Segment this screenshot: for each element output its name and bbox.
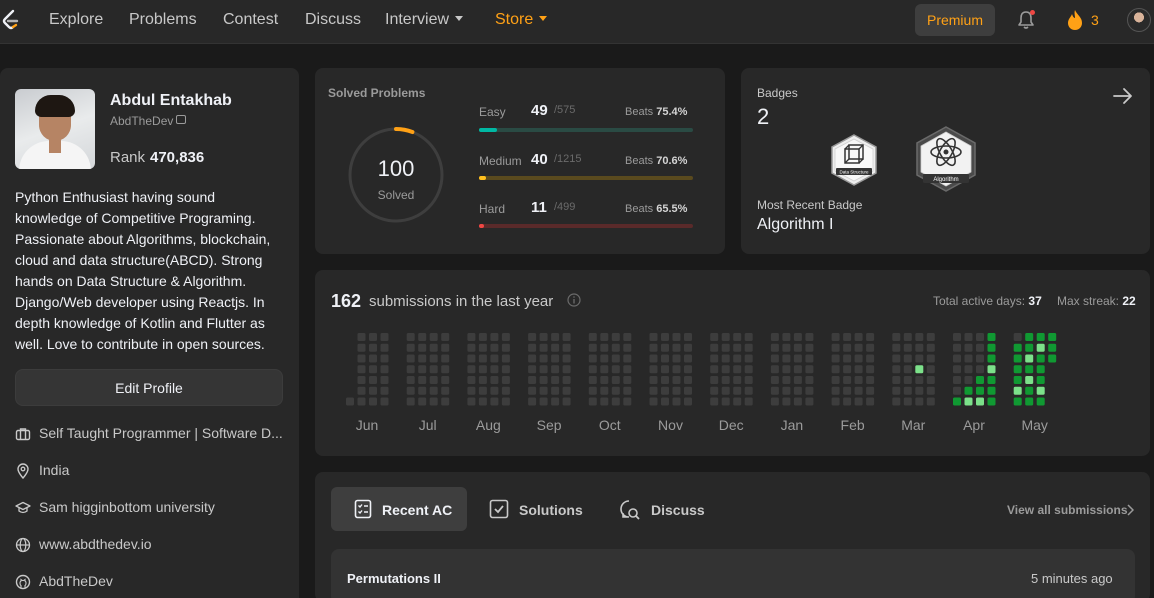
edit-profile-button[interactable]: Edit Profile [15, 369, 283, 406]
algorithm-badge-text: Algorithm [933, 177, 958, 183]
total-active-days: Total active days: 37 [933, 294, 1042, 308]
list-item[interactable] [331, 549, 1135, 598]
tab-solutions[interactable]: Solutions [475, 487, 593, 531]
submission-title[interactable]: Permutations II [347, 571, 441, 586]
discuss-search-icon [620, 500, 640, 520]
info-row-education: Sam higginbottom university [15, 498, 290, 518]
data-structure-badge-text: Data Structure [839, 170, 869, 175]
nav-problems[interactable]: Problems [129, 11, 197, 29]
easy-total: /575 [554, 104, 576, 116]
solved-total: 100 [377, 156, 415, 181]
easy-label: Easy [479, 105, 506, 119]
submission-count-label: submissions in the last year [369, 293, 554, 310]
id-card-icon [176, 115, 186, 124]
hard-beats: Beats 65.5% [625, 203, 688, 215]
hard-label: Hard [479, 202, 506, 216]
heatmap-month-label: Sep [536, 417, 562, 433]
chevron-down-icon [455, 16, 464, 21]
check-square-icon [489, 499, 509, 519]
graduation-cap-icon [15, 501, 31, 514]
arrow-right-icon[interactable] [1113, 87, 1133, 105]
medium-total: /1215 [554, 153, 582, 165]
nav-interview[interactable]: Interview [385, 11, 464, 29]
nav-contest[interactable]: Contest [223, 11, 278, 29]
heatmap-month-label: Jul [418, 417, 437, 433]
solved-total-label: Solved [377, 188, 415, 202]
streak-count: 3 [1091, 12, 1099, 28]
medium-label: Medium [479, 154, 522, 168]
info-row-website[interactable]: www.abdthedev.io [15, 535, 290, 555]
user-avatar[interactable] [1127, 8, 1151, 32]
briefcase-icon [15, 428, 31, 441]
info-row-work: Self Taught Programmer | Software D... [15, 424, 290, 444]
flame-icon[interactable] [1066, 9, 1084, 31]
hard-progress-bar [479, 224, 693, 228]
heatmap-month-label: Aug [475, 417, 501, 433]
heatmap-month-label: Oct [598, 417, 621, 433]
nav-discuss[interactable]: Discuss [305, 11, 361, 29]
hard-total: /499 [554, 201, 576, 213]
heatmap-month-label: Jun [355, 417, 379, 433]
easy-count: 49 [531, 102, 548, 119]
tab-recent-ac[interactable]: Recent AC [331, 487, 467, 531]
info-icon[interactable] [567, 293, 581, 307]
medium-progress-bar [479, 176, 693, 180]
globe-icon [15, 537, 31, 553]
submission-count: 162 [331, 291, 362, 311]
nav-store[interactable]: Store [495, 11, 548, 29]
checklist-icon [354, 499, 372, 519]
notification-dot [1030, 10, 1035, 15]
chevron-down-icon [539, 16, 548, 21]
location-icon [17, 463, 29, 479]
profile-bio: Python Enthusiast having sound knowledge… [15, 189, 271, 352]
submission-time: 5 minutes ago [1031, 571, 1113, 586]
heatmap-month-label: Nov [658, 417, 683, 433]
chevron-right-icon [1127, 504, 1134, 516]
hard-count: 11 [531, 199, 547, 216]
most-recent-badge-label: Most Recent Badge [757, 198, 863, 212]
view-all-submissions-link[interactable]: View all submissions [1007, 503, 1134, 517]
heatmap-month-label: Mar [901, 417, 926, 433]
leetcode-logo-icon[interactable] [0, 9, 22, 31]
premium-button[interactable]: Premium [915, 4, 995, 36]
top-navigation: Explore Problems Contest Discuss Intervi… [0, 0, 1154, 44]
profile-name: Abdul Entakhab [110, 92, 232, 109]
info-row-location: India [15, 461, 290, 481]
rank-value: 470,836 [150, 149, 205, 166]
most-recent-badge-value: Algorithm I [757, 216, 834, 233]
nav-explore[interactable]: Explore [49, 11, 103, 29]
profile-avatar [15, 89, 95, 169]
algorithm-badge[interactable]: Algorithm [913, 125, 979, 195]
github-icon [15, 574, 31, 590]
tab-discuss[interactable]: Discuss [605, 487, 713, 531]
solved-title: Solved Problems [328, 86, 426, 100]
medium-count: 40 [531, 151, 548, 168]
heatmap-month-label: Dec [718, 417, 744, 433]
rank-label: Rank [110, 149, 146, 166]
data-structure-badge[interactable]: Data Structure [828, 133, 880, 189]
heatmap-month-label: Jan [780, 417, 804, 433]
badges-label: Badges [757, 86, 798, 100]
heatmap-month-label: Feb [840, 417, 865, 433]
easy-beats: Beats 75.4% [625, 106, 688, 118]
heatmap-month-label: May [1021, 417, 1048, 433]
profile-username: AbdTheDev [110, 114, 174, 128]
badges-count: 2 [757, 104, 770, 129]
info-row-github[interactable]: AbdTheDev [15, 572, 290, 592]
max-streak: Max streak: 22 [1057, 294, 1136, 308]
medium-beats: Beats 70.6% [625, 155, 688, 167]
heatmap-month-label: Apr [963, 417, 985, 433]
easy-progress-bar [479, 128, 693, 132]
